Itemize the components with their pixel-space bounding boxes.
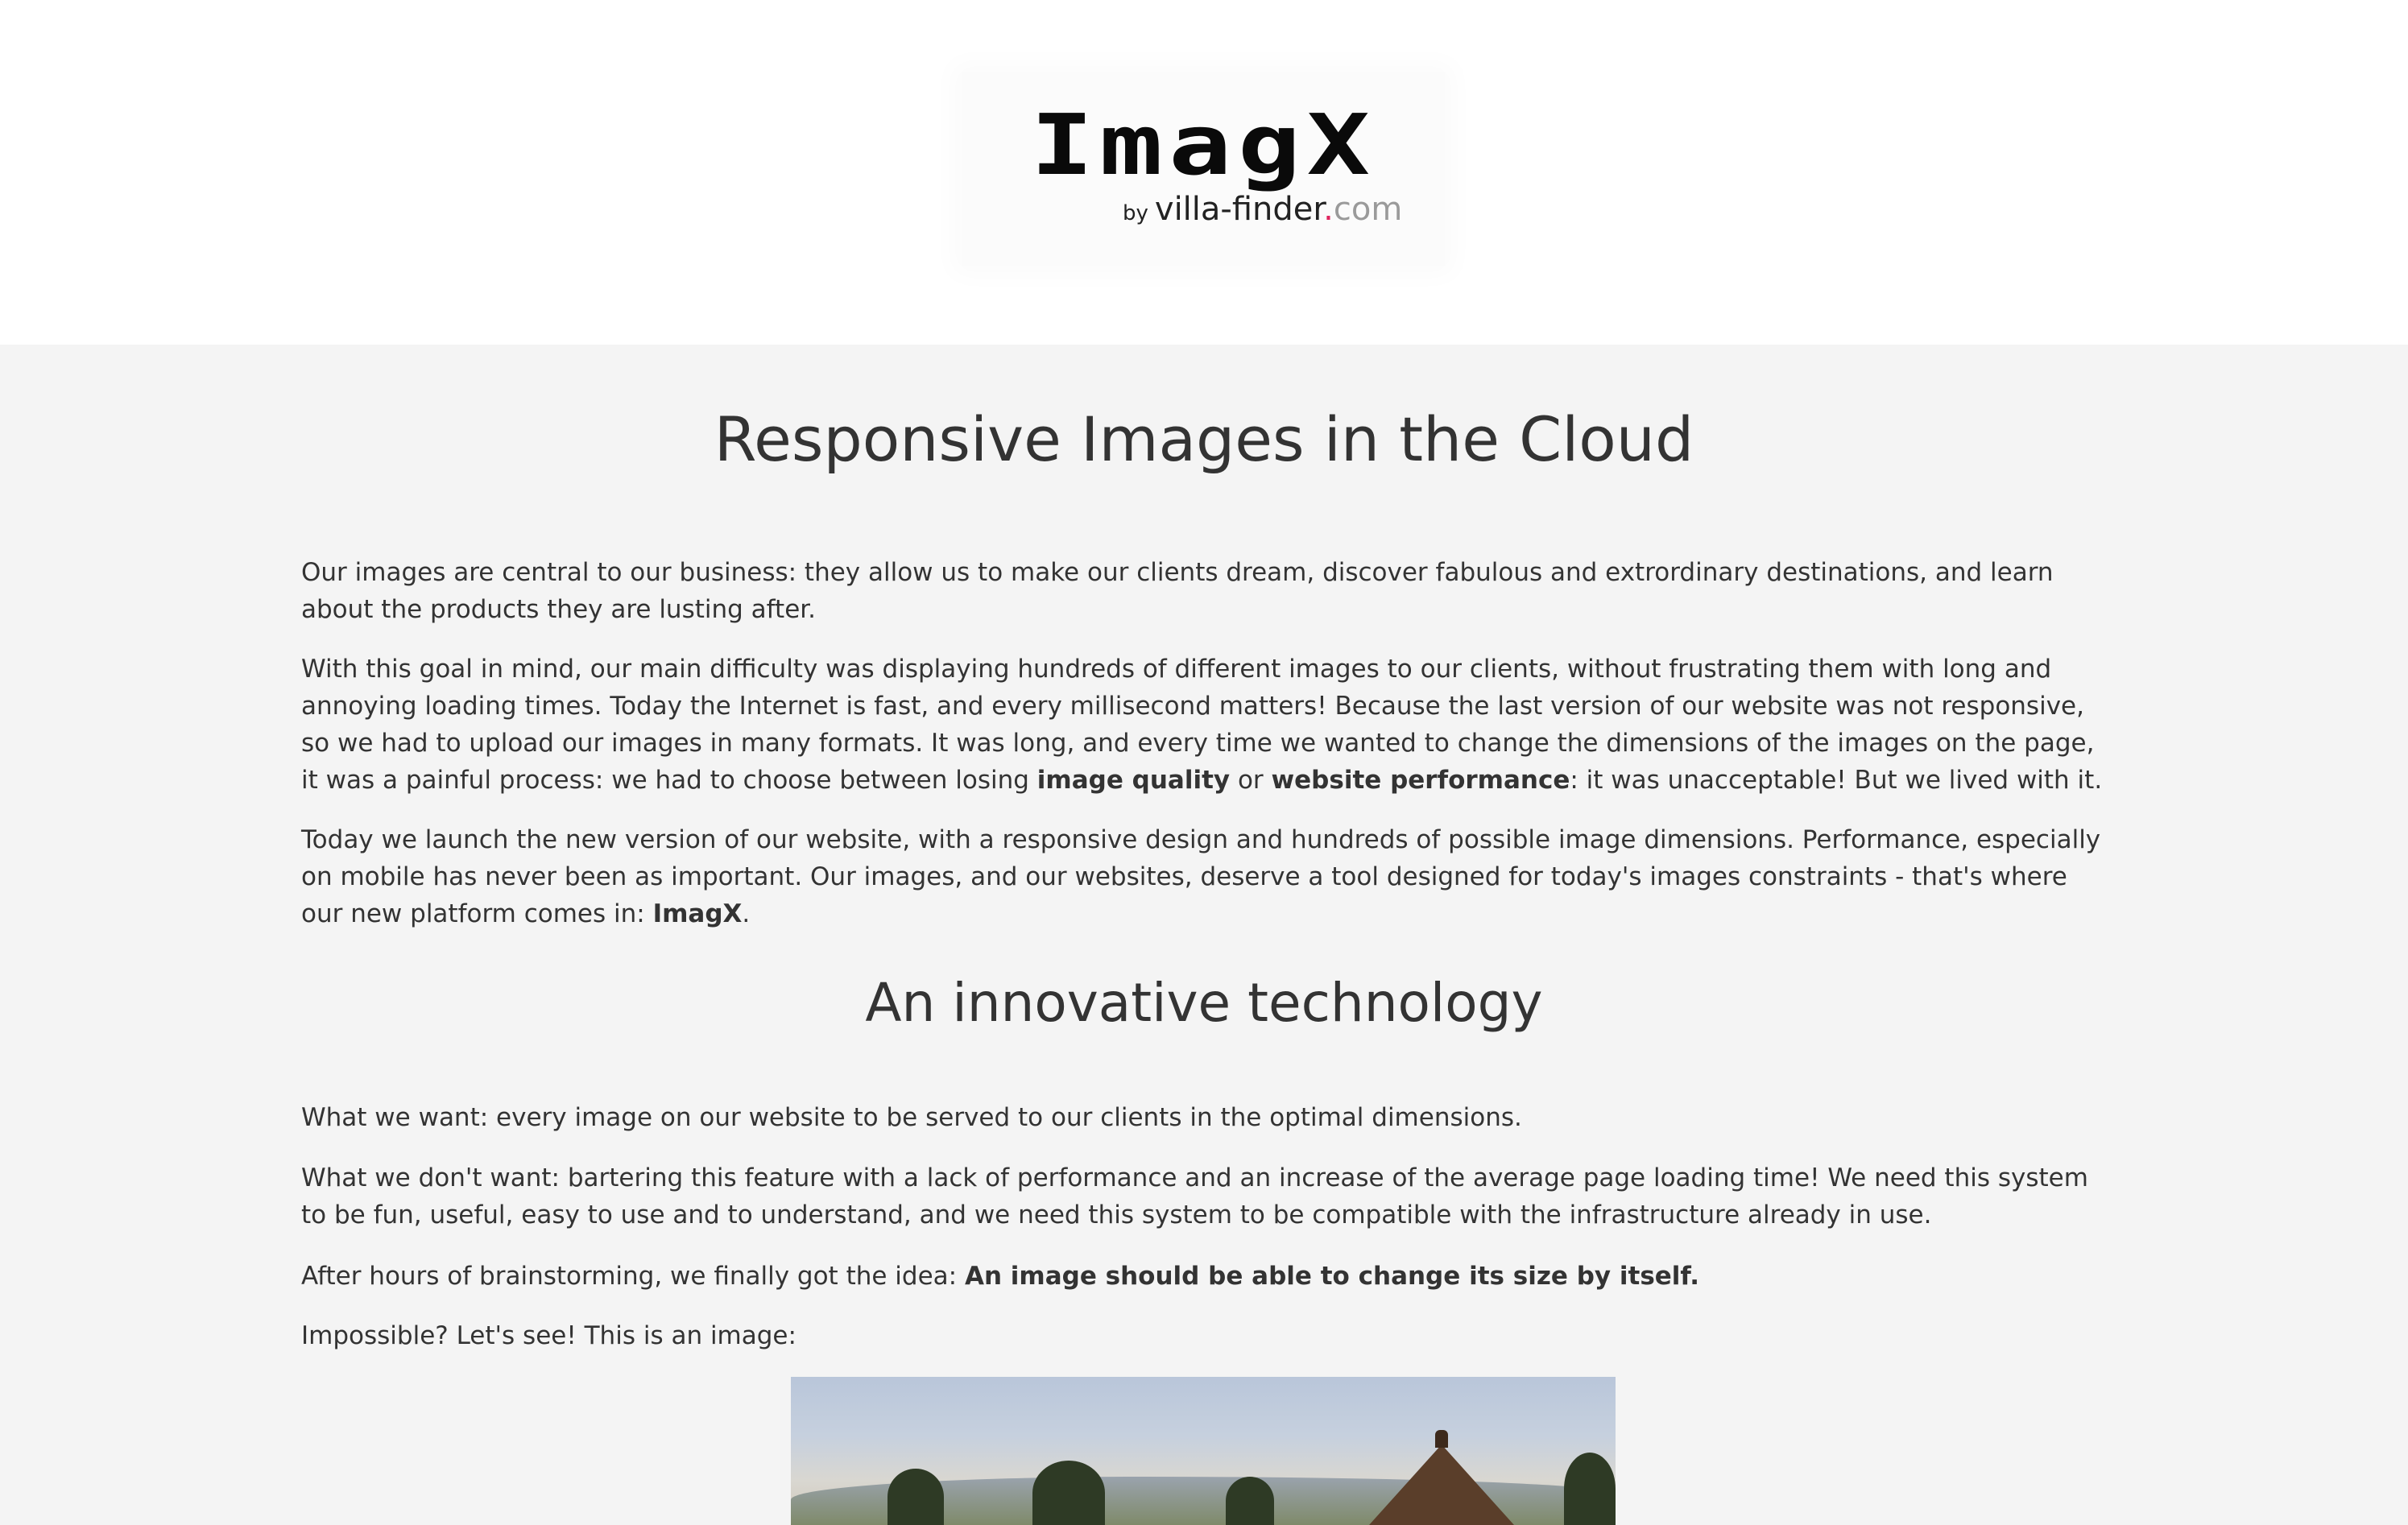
- imagx-logo[interactable]: ImagX by villa-finder.com: [962, 72, 1445, 266]
- idea-emphasis: An image should be able to change its si…: [964, 1262, 1700, 1291]
- logo-wordmark: ImagX: [1030, 96, 1376, 194]
- image-quality-emphasis: image quality: [1036, 766, 1231, 795]
- intro-p2-text-c: or: [1230, 766, 1272, 795]
- logo-brand-text: villa-finder: [1154, 191, 1324, 228]
- intro-p3-text-c: .: [742, 899, 751, 928]
- logo-by-text: by: [1123, 201, 1148, 225]
- logo-dot: .: [1323, 191, 1334, 228]
- photo-palm-1: [887, 1469, 944, 1525]
- tech-paragraph-1: What we want: every image on our website…: [301, 1103, 1522, 1132]
- intro-p2-text-e: : it was unacceptable! But we lived with…: [1570, 766, 2103, 795]
- imagx-emphasis: ImagX: [652, 899, 743, 928]
- logo-tld-text: com: [1333, 191, 1403, 228]
- photo-palm-3: [1226, 1477, 1274, 1525]
- intro-paragraph-1: Our images are central to our business: …: [301, 558, 2054, 624]
- intro-paragraph-2: With this goal in mind, our main difficu…: [301, 651, 2107, 799]
- photo-palm-4: [1564, 1453, 1616, 1525]
- tech-paragraph-3: After hours of brainstorming, we finally…: [301, 1258, 2107, 1295]
- tech-p3-text-a: After hours of brainstorming, we finally…: [301, 1262, 965, 1291]
- logo-byline: by villa-finder.com: [1123, 193, 1445, 225]
- intro-p3-text-a: Today we launch the new version of our w…: [301, 825, 2101, 928]
- website-performance-emphasis: website performance: [1271, 766, 1570, 795]
- photo-gazebo-roof: [1369, 1444, 1514, 1525]
- site-header: ImagX by villa-finder.com: [0, 0, 2408, 345]
- page-title: Responsive Images in the Cloud: [714, 403, 1694, 475]
- photo-palm-2: [1032, 1461, 1105, 1525]
- intro-paragraph-3: Today we launch the new version of our w…: [301, 821, 2107, 932]
- tech-paragraph-4: Impossible? Let's see! This is an image:: [301, 1321, 796, 1350]
- demo-image: [791, 1377, 1616, 1525]
- section-title-technology: An innovative technology: [865, 972, 1543, 1034]
- photo-gazebo-finial: [1435, 1430, 1448, 1448]
- tech-paragraph-2: What we don't want: bartering this featu…: [301, 1163, 2088, 1230]
